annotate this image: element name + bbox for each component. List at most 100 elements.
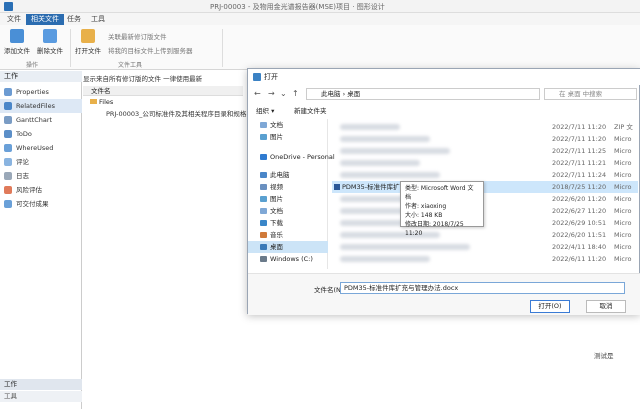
side-pictures[interactable]: 图片 — [248, 131, 328, 143]
tab-related-files[interactable]: 相关文件 — [26, 14, 64, 25]
file-row[interactable]: 2022/6/11 11:20 Micro — [332, 253, 638, 265]
addr-desktop[interactable]: 桌面 — [347, 90, 360, 98]
desktop-icon — [260, 244, 267, 250]
file-row-selected[interactable]: PDM35-标准件库扩充与管理办法.docx 2018/7/25 11:20Mi… — [332, 181, 638, 193]
side-docs-2[interactable]: 文档 — [248, 205, 328, 217]
side-videos[interactable]: 视频 — [248, 181, 328, 193]
side-pictures-2[interactable]: 图片 — [248, 193, 328, 205]
side-music[interactable]: 音乐 — [248, 229, 328, 241]
delete-file-button[interactable]: 删除文件 — [36, 29, 64, 55]
file-row[interactable]: 2022/7/11 11:25 Micro — [332, 145, 638, 157]
nav-item-relatedfiles[interactable]: RelatedFiles — [0, 99, 82, 113]
tree-file[interactable]: PRJ-00003_公司标准件及其相关程序目录和规格.. — [106, 108, 251, 118]
nav-label: 日志 — [16, 172, 29, 180]
nav-label: 可交付成果 — [16, 200, 49, 208]
video-icon — [260, 184, 267, 190]
side-drive-c[interactable]: Windows (C:) — [248, 253, 328, 265]
file-row[interactable]: 2022/6/20 11:20 Micro — [332, 193, 638, 205]
file-row[interactable]: 2022/6/20 11:51 Micro — [332, 229, 638, 241]
tab-file[interactable]: 文件 — [2, 14, 26, 25]
right-panel: 测试是 — [578, 320, 640, 409]
tree-folder[interactable]: Files — [90, 98, 113, 106]
side-label: 图片 — [270, 195, 283, 203]
side-label: 视频 — [270, 183, 283, 191]
file-row[interactable]: 2022/6/29 10:51 Micro — [332, 217, 638, 229]
dialog-icon — [253, 73, 261, 81]
open-button[interactable]: 打开(O) — [530, 300, 570, 313]
new-folder-button[interactable]: 新建文件夹 — [294, 105, 327, 117]
file-date: 2022/6/20 11:51 — [552, 231, 607, 239]
nav-item-whereused[interactable]: WhereUsed — [0, 141, 82, 155]
picture-icon — [260, 134, 267, 140]
file-row[interactable]: 2022/7/11 11:21 Micro — [332, 157, 638, 169]
file-tooltip: 类型: Microsoft Word 文档 作者: xiaoxing 大小: 1… — [400, 181, 484, 237]
nav-item-ganttchart[interactable]: GanttChart — [0, 113, 82, 127]
tooltip-type: 类型: Microsoft Word 文档 — [405, 185, 474, 201]
side-docs[interactable]: 文档 — [248, 119, 328, 131]
filename-input[interactable]: PDM35-标准件库扩充与管理办法.docx — [340, 282, 625, 294]
nav-item-risk[interactable]: 风险评估 — [0, 183, 82, 197]
nav-label: Properties — [16, 88, 49, 96]
add-file-button[interactable]: 添加文件 — [3, 29, 31, 55]
organize-button[interactable]: 组织 ▾ — [256, 105, 274, 117]
ribbon-separator — [70, 29, 71, 67]
file-type: Micro — [614, 195, 632, 203]
file-row[interactable]: 2022/6/27 11:20 Micro — [332, 205, 638, 217]
picture-icon — [260, 196, 267, 202]
nav-item-comments[interactable]: 评论 — [0, 155, 82, 169]
side-onedrive[interactable]: OneDrive - Personal — [248, 151, 335, 163]
file-type: Micro — [614, 243, 632, 251]
up-icon[interactable]: ↑ — [292, 89, 299, 98]
music-icon — [260, 232, 267, 238]
tooltip-author: 作者: xiaoxing — [405, 203, 447, 210]
tab-tools[interactable]: 工具 — [86, 14, 110, 25]
addr-this-pc[interactable]: 此电脑 — [321, 90, 341, 98]
file-row[interactable]: 2022/4/11 18:40 Micro — [332, 241, 638, 253]
nav-label: WhereUsed — [16, 144, 54, 152]
file-label: PRJ-00003_公司标准件及其相关程序目录和规格.. — [106, 110, 251, 118]
cancel-button[interactable]: 取消 — [586, 300, 626, 313]
option-upload[interactable]: 将我的目标文件上传到服务器 — [108, 45, 193, 55]
nav-footer-work[interactable]: 工作 — [0, 379, 82, 390]
file-date: 2022/7/11 11:21 — [552, 159, 607, 167]
dialog-navbar: ← → ⌄ ↑ 此电脑 › 桌面 在 桌面 中搜索 — [248, 86, 640, 102]
deliverables-icon — [4, 200, 12, 208]
side-downloads[interactable]: 下载 — [248, 217, 328, 229]
side-label: OneDrive - Personal — [270, 153, 335, 161]
related-files-icon — [4, 102, 12, 110]
side-label: 文档 — [270, 207, 283, 215]
side-label: 音乐 — [270, 231, 283, 239]
address-bar[interactable]: 此电脑 › 桌面 — [306, 88, 540, 100]
file-date: 2022/7/11 11:25 — [552, 147, 607, 155]
tab-tasks[interactable]: 任务 — [62, 14, 86, 25]
comment-icon — [4, 158, 12, 166]
search-input[interactable]: 在 桌面 中搜索 — [544, 88, 637, 100]
dialog-title: 打开 — [264, 73, 278, 81]
show-all-revisions-option[interactable]: 显示来自所有修订版的文件 一律使用最新 — [83, 75, 202, 83]
nav-label: GanttChart — [16, 116, 53, 124]
nav-label: 评论 — [16, 158, 29, 166]
file-type: Micro — [614, 207, 632, 215]
nav-footer-tools[interactable]: 工具 — [0, 391, 82, 402]
nav-item-deliverables[interactable]: 可交付成果 — [0, 197, 82, 211]
nav-item-log[interactable]: 日志 — [0, 169, 82, 183]
back-icon[interactable]: ← — [254, 89, 261, 98]
folder-open-icon — [81, 29, 95, 43]
option-link-latest[interactable]: 关联最新修订版文件 — [108, 31, 167, 41]
delete-file-label: 删除文件 — [37, 47, 63, 55]
side-label: 此电脑 — [270, 171, 290, 179]
file-row[interactable]: 2022/7/11 11:20 Micro — [332, 133, 638, 145]
side-this-pc[interactable]: 此电脑 — [248, 169, 328, 181]
chevron-down-icon[interactable]: ⌄ — [280, 89, 287, 98]
nav-item-todo[interactable]: ToDo — [0, 127, 82, 141]
file-column-header[interactable]: 文件名 — [83, 86, 243, 96]
where-used-icon — [4, 144, 12, 152]
add-file-label: 添加文件 — [4, 47, 30, 55]
nav-item-properties[interactable]: Properties — [0, 85, 82, 99]
file-row[interactable]: 2022/7/11 11:24 Micro — [332, 169, 638, 181]
open-file-button[interactable]: 打开文件 — [74, 29, 102, 55]
side-desktop[interactable]: 桌面 — [248, 241, 328, 253]
log-icon — [4, 172, 12, 180]
forward-icon[interactable]: → — [268, 89, 275, 98]
file-row[interactable]: 2022/7/11 11:20 ZIP 文 — [332, 121, 638, 133]
